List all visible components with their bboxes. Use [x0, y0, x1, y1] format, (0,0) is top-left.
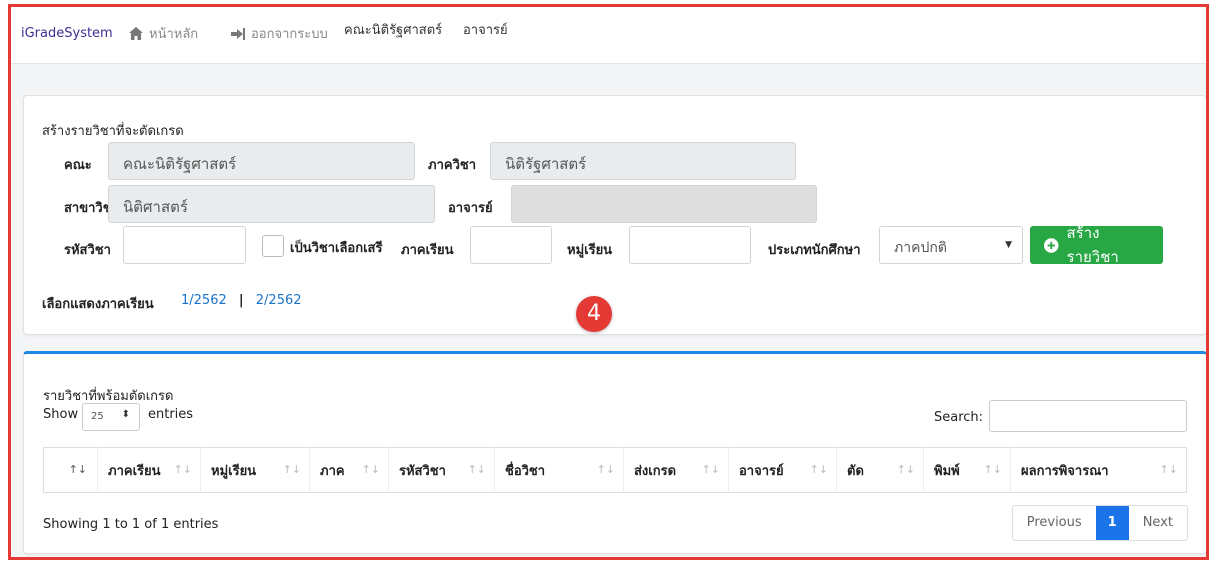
ready-courses-card: รายวิชาที่พร้อมตัดเกรด Show 25 ⬍ entries…	[23, 351, 1206, 554]
sort-icon: ↑↓	[1159, 463, 1178, 476]
entries-value: 25	[91, 411, 104, 422]
sort-icon: ↑↓	[701, 463, 720, 476]
screenshot-frame: iGradeSystem หน้าหลัก ออกจากระบบ คณะนิติ…	[8, 4, 1209, 560]
entries-label: entries	[148, 407, 194, 422]
entries-select[interactable]: 25 ⬍	[82, 403, 140, 431]
pagination-page-1[interactable]: 1	[1095, 506, 1129, 540]
ready-courses-table: ↑↓ ภาคเรียน ↑↓ หมู่เรียน ↑↓ ภาค ↑↓ รหัสวิชา…	[43, 447, 1187, 493]
top-navbar: iGradeSystem หน้าหลัก ออกจากระบบ คณะนิติ…	[11, 7, 1206, 64]
group-input[interactable]	[629, 226, 751, 264]
table-info: Showing 1 to 1 of 1 entries	[43, 517, 219, 532]
semester-label: ภาคเรียน	[401, 243, 454, 258]
step-badge: 4	[576, 296, 612, 332]
sort-icon: ↑↓	[467, 463, 486, 476]
nav-faculty: คณะนิติรัฐศาสตร์	[344, 23, 443, 38]
semester-link-1[interactable]: 1/2562	[181, 293, 227, 308]
column-header-print[interactable]: พิมพ์ ↑↓	[923, 447, 1011, 493]
elective-label: เป็นวิชาเลือกเสรี	[290, 241, 383, 256]
column-header-result[interactable]: ผลการพิจารณา ↑↓	[1010, 447, 1187, 493]
student-type-value: ภาคปกติ	[894, 240, 947, 256]
sort-icon: ↑↓	[596, 463, 615, 476]
semester-separator: |	[238, 293, 244, 308]
column-header-teacher[interactable]: อาจารย์ ↑↓	[728, 447, 837, 493]
department-field: นิติรัฐศาสตร์	[490, 142, 796, 180]
pagination-previous[interactable]: Previous	[1013, 506, 1096, 540]
student-type-select[interactable]: ภาคปกติ ▼	[879, 226, 1023, 264]
sort-icon: ↑↓	[809, 463, 828, 476]
group-label: หมู่เรียน	[567, 243, 613, 258]
sort-icon: ↑↓	[282, 463, 301, 476]
create-course-card: สร้างรายวิชาที่จะตัดเกรด คณะ คณะนิติรัฐศ…	[23, 95, 1206, 335]
create-course-title: สร้างรายวิชาที่จะตัดเกรด	[42, 124, 184, 139]
sort-icon: ↑↓	[896, 463, 915, 476]
teacher-field	[511, 185, 817, 223]
faculty-label: คณะ	[64, 158, 92, 173]
sort-icon: ↑↓	[173, 463, 192, 476]
create-course-button[interactable]: สร้างรายวิชา	[1030, 224, 1163, 266]
nav-role: อาจารย์	[463, 23, 508, 38]
semester-filter-label: เลือกแสดงภาคเรียน	[42, 297, 154, 312]
column-header-semester[interactable]: ภาคเรียน ↑↓	[97, 447, 201, 493]
semester-link-2[interactable]: 2/2562	[256, 293, 302, 308]
semester-input[interactable]	[470, 226, 552, 264]
plus-circle-icon	[1044, 237, 1059, 253]
show-label: Show	[43, 407, 79, 422]
create-course-label: สร้างรายวิชา	[1066, 224, 1119, 266]
column-header-index[interactable]: ↑↓	[43, 447, 98, 493]
sort-asc-icon: ↑↓	[68, 463, 87, 476]
column-header-group[interactable]: หมู่เรียน ↑↓	[200, 447, 310, 493]
sort-icon: ↑↓	[983, 463, 1002, 476]
column-header-type[interactable]: ภาค ↑↓	[309, 447, 389, 493]
search-input[interactable]	[989, 400, 1187, 432]
updown-icon: ⬍	[121, 409, 130, 420]
home-icon	[129, 27, 143, 40]
student-type-label: ประเภทนักศึกษา	[768, 243, 861, 258]
caret-down-icon: ▼	[1005, 240, 1012, 250]
home-label: หน้าหลัก	[149, 27, 199, 42]
faculty-field: คณะนิติรัฐศาสตร์	[108, 142, 415, 180]
column-header-course-code[interactable]: รหัสวิชา ↑↓	[388, 447, 495, 493]
major-field: นิติศาสตร์	[108, 185, 435, 223]
semester-filter-links: 1/2562 | 2/2562	[181, 293, 302, 308]
logout-link[interactable]: ออกจากระบบ	[231, 23, 328, 44]
search-label: Search:	[934, 410, 984, 425]
course-code-label: รหัสวิชา	[64, 243, 111, 258]
department-label: ภาควิชา	[428, 158, 476, 173]
logout-label: ออกจากระบบ	[251, 27, 328, 42]
column-header-course-name[interactable]: ชื่อวิชา ↑↓	[494, 447, 624, 493]
pagination: Previous 1 Next	[1011, 505, 1188, 541]
column-header-submit-grade[interactable]: ส่งเกรด ↑↓	[623, 447, 729, 493]
brand-link[interactable]: iGradeSystem	[21, 26, 113, 41]
course-code-input[interactable]	[123, 226, 246, 264]
elective-checkbox[interactable]	[262, 235, 284, 257]
sort-icon: ↑↓	[361, 463, 380, 476]
pagination-next[interactable]: Next	[1129, 506, 1187, 540]
column-header-cut[interactable]: ตัด ↑↓	[836, 447, 924, 493]
teacher-label: อาจารย์	[448, 201, 493, 216]
table-header-row: ↑↓ ภาคเรียน ↑↓ หมู่เรียน ↑↓ ภาค ↑↓ รหัสวิชา…	[43, 447, 1187, 493]
home-link[interactable]: หน้าหลัก	[129, 23, 198, 44]
sign-out-icon	[231, 27, 245, 40]
